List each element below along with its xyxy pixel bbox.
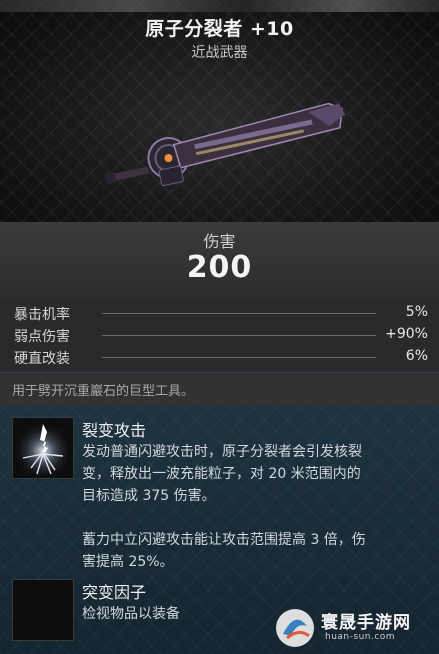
stats-panel: 暴击机率 5% 弱点伤害 +90% 硬直改装 6% <box>0 300 439 372</box>
stat-row-weakspot: 弱点伤害 +90% <box>14 324 428 346</box>
stat-row-stagger: 硬直改装 6% <box>14 346 428 368</box>
item-name: 原子分裂者 +10 <box>145 18 294 40</box>
perk-desc-line: 发动普通闪避攻击时，原子分裂者会引发核裂 <box>82 444 362 460</box>
watermark-name: 寰晟手游网 <box>321 613 411 633</box>
stat-value: 5% <box>405 304 428 320</box>
damage-label: 伤害 <box>203 232 236 251</box>
lightning-fission-icon-graphic <box>13 418 73 478</box>
empty-mod-slot-icon[interactable] <box>12 579 74 641</box>
stat-row-crit: 暴击机率 5% <box>14 302 428 324</box>
item-type: 近战武器 <box>191 45 248 61</box>
stat-value: 6% <box>405 348 428 364</box>
perk-desc-spacer <box>82 507 428 529</box>
top-strip <box>0 0 439 12</box>
stat-label: 暴击机率 <box>14 307 70 323</box>
stat-label: 弱点伤害 <box>14 329 70 345</box>
perk-desc-line: 目标造成 375 伤害。 <box>82 488 216 504</box>
lightning-fission-icon[interactable] <box>12 417 74 479</box>
stat-divider <box>102 335 376 336</box>
weapon-image <box>104 102 346 187</box>
perk-title: 裂变攻击 <box>82 421 147 440</box>
perk-desc-line: 变，释放出一波充能粒子，对 20 米范围内的 <box>82 466 361 482</box>
watermark-url: huan-sun.com <box>325 632 396 642</box>
perk-desc-line: 害提高 25%。 <box>82 554 174 570</box>
site-watermark: 寰晟手游网 huan-sun.com <box>273 606 433 650</box>
damage-value: 200 <box>186 250 253 285</box>
perk-description: 发动普通闪避攻击时，原子分裂者会引发核裂 变，释放出一波充能粒子，对 20 米范… <box>82 441 428 573</box>
item-description: 用于劈开沉重巖石的巨型工具。 <box>12 384 195 399</box>
perk-desc-line: 蓄力中立闪避攻击能让攻击范围提高 3 倍，伤 <box>82 532 366 548</box>
stat-divider <box>102 313 376 314</box>
stat-value: +90% <box>385 326 428 342</box>
perk-title: 突变因子 <box>82 583 147 602</box>
stat-divider <box>102 357 376 358</box>
watermark-logo-icon <box>276 609 314 647</box>
stat-label: 硬直改装 <box>14 351 70 367</box>
